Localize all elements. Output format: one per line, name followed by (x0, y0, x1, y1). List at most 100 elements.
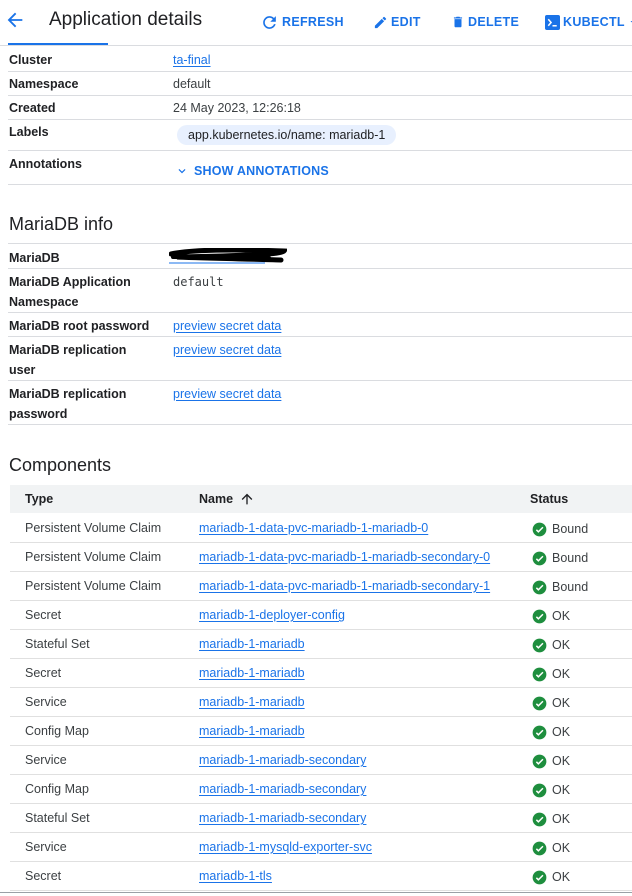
replication-user-label-line2: user (9, 363, 36, 377)
namespace-value: default (173, 77, 211, 91)
app-header: Application details REFRESH EDIT DELETE … (0, 0, 632, 46)
component-type: Service (25, 753, 67, 767)
component-type: Config Map (25, 724, 89, 738)
root-password-label: MariaDB root password (9, 319, 150, 333)
sort-ascending-icon (241, 493, 253, 505)
component-name-link[interactable]: mariadb-1-mariadb-secondary (199, 775, 366, 804)
check-circle-icon (532, 725, 547, 739)
component-name-link[interactable]: mariadb-1-tls (199, 862, 272, 891)
check-circle-icon (532, 667, 547, 681)
created-value: 24 May 2023, 12:26:18 (173, 101, 301, 115)
component-type: Secret (25, 608, 62, 622)
component-type: Secret (25, 666, 62, 680)
column-header-type[interactable]: Type (25, 485, 53, 513)
component-type: Stateful Set (25, 811, 90, 825)
component-name-link[interactable]: mariadb-1-mariadb (199, 717, 305, 746)
divider (8, 243, 632, 244)
delete-button[interactable]: DELETE (451, 12, 519, 32)
component-name-link[interactable]: mariadb-1-mariadb (199, 630, 305, 659)
table-row: Secret mariadb-1-deployer-config OK (10, 601, 632, 630)
back-button[interactable] (4, 9, 30, 33)
component-name-link[interactable]: mariadb-1-mysqld-exporter-svc (199, 833, 372, 862)
kubectl-button[interactable]: KUBECTL (545, 12, 632, 32)
divider (8, 268, 632, 269)
refresh-icon (263, 15, 276, 29)
show-annotations-button[interactable]: SHOW ANNOTATIONS (175, 164, 329, 178)
divider (8, 95, 632, 96)
bottom-divider (0, 892, 632, 893)
component-type: Secret (25, 869, 62, 883)
component-name-link[interactable]: mariadb-1-deployer-config (199, 601, 345, 630)
cluster-link[interactable]: ta-final (173, 50, 211, 70)
table-row: Stateful Set mariadb-1-mariadb OK (10, 630, 632, 659)
component-status: OK (532, 782, 570, 798)
check-circle-icon (532, 783, 547, 797)
component-type: Service (25, 840, 67, 854)
components-table-header: Type Name Status (10, 485, 632, 513)
component-status: OK (532, 840, 570, 856)
component-name-link[interactable]: mariadb-1-mariadb-secondary (199, 804, 366, 833)
component-type: Persistent Volume Claim (25, 521, 162, 535)
component-status: Bound (532, 579, 588, 595)
component-name-link[interactable]: mariadb-1-mariadb-secondary (199, 746, 366, 775)
arrow-back-icon (7, 12, 23, 28)
replication-password-label-line1: MariaDB replication (9, 387, 127, 401)
component-type: Config Map (25, 782, 89, 796)
component-status: Bound (532, 521, 588, 537)
refresh-button[interactable]: REFRESH (260, 12, 344, 32)
component-status: OK (532, 724, 570, 740)
refresh-label: REFRESH (282, 15, 344, 29)
component-name-link[interactable]: mariadb-1-data-pvc-mariadb-1-mariadb-sec… (199, 543, 490, 572)
column-header-status[interactable]: Status (530, 485, 568, 513)
delete-label: DELETE (468, 15, 520, 29)
component-status: OK (532, 811, 570, 827)
component-status: OK (532, 608, 570, 624)
divider (8, 150, 632, 151)
root-password-preview-link[interactable]: preview secret data (173, 316, 281, 336)
page-title: Application details (49, 9, 203, 30)
labels-label: Labels (9, 125, 49, 139)
component-status: OK (532, 666, 570, 682)
table-row: Service mariadb-1-mariadb-secondary OK (10, 746, 632, 775)
table-row: Config Map mariadb-1-mariadb OK (10, 717, 632, 746)
app-namespace-label-line1: MariaDB Application (9, 275, 131, 289)
status-text: Bound (552, 580, 589, 594)
component-name-link[interactable]: mariadb-1-mariadb (199, 659, 305, 688)
divider (8, 119, 632, 120)
redacted-value (169, 248, 287, 264)
status-text: OK (552, 609, 571, 623)
table-row: Secret mariadb-1-mariadb OK (10, 659, 632, 688)
check-circle-icon (532, 522, 547, 536)
status-text: OK (552, 696, 571, 710)
divider (8, 336, 632, 337)
table-row: Stateful Set mariadb-1-mariadb-secondary O… (10, 804, 632, 833)
component-status: OK (532, 637, 570, 653)
mariadb-info-title: MariaDB info (9, 214, 114, 234)
table-row: Persistent Volume Claim mariadb-1-data-pv… (10, 572, 632, 601)
component-name-link[interactable]: mariadb-1-data-pvc-mariadb-1-mariadb-0 (199, 514, 428, 543)
terminal-icon (545, 14, 560, 30)
check-circle-icon (532, 551, 547, 565)
component-name-link[interactable]: mariadb-1-data-pvc-mariadb-1-mariadb-sec… (199, 572, 490, 601)
app-namespace-value: default (173, 275, 224, 289)
component-name-link[interactable]: mariadb-1-mariadb (199, 688, 305, 717)
label-chip: app.kubernetes.io/name: mariadb-1 (177, 125, 397, 145)
component-type: Persistent Volume Claim (25, 550, 162, 564)
component-status: Bound (532, 550, 588, 566)
created-label: Created (9, 101, 56, 115)
replication-user-preview-link[interactable]: preview secret data (173, 340, 281, 360)
pencil-icon (374, 16, 387, 28)
check-circle-icon (532, 754, 547, 768)
edit-button[interactable]: EDIT (373, 12, 421, 32)
table-row: Service mariadb-1-mariadb OK (10, 688, 632, 717)
column-header-name[interactable]: Name (199, 485, 255, 513)
components-title: Components (9, 455, 112, 475)
component-status: OK (532, 869, 570, 885)
check-circle-icon (532, 870, 547, 884)
status-text: OK (552, 870, 571, 884)
cluster-label: Cluster (9, 53, 53, 67)
status-text: OK (552, 812, 571, 826)
edit-label: EDIT (391, 15, 421, 29)
replication-password-preview-link[interactable]: preview secret data (173, 384, 281, 404)
table-row: Secret mariadb-1-tls OK (10, 862, 632, 891)
